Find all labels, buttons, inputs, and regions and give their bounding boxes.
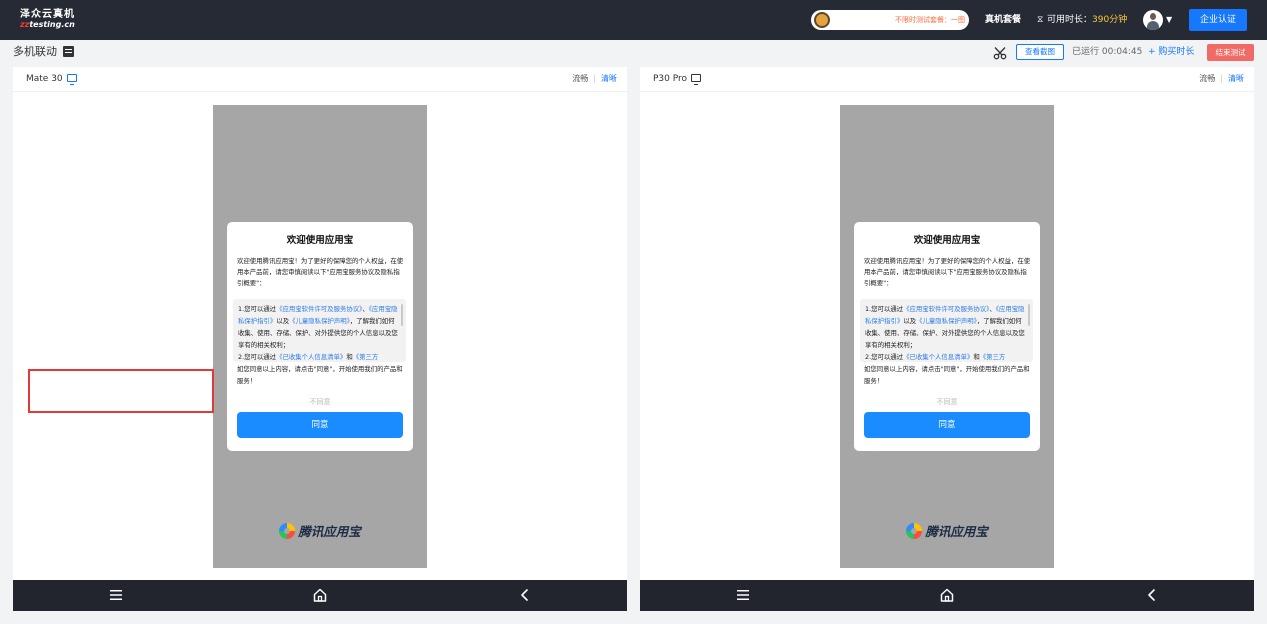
available-time: 可用时长：390分钟 [1047,15,1128,25]
buy-time-link[interactable]: + 购买时长 [1148,46,1194,58]
terms-scrollbar[interactable] [1028,304,1030,326]
quality-smooth-option[interactable]: 流畅 [1199,74,1215,83]
quality-hd-option[interactable]: 清晰 [601,74,617,83]
view-screenshot-button[interactable]: 查看截图 [1016,44,1064,60]
license-agreement-link[interactable]: 《应用宝软件许可及服务协议》 [903,305,989,313]
menu-icon[interactable] [108,587,124,603]
app-brand: 腾讯应用宝 [840,522,1054,542]
device-nav-bar [13,580,627,611]
disagree-button[interactable]: 不同意 [227,396,413,408]
logo-title: 泽众云真机 [20,9,75,20]
end-test-button[interactable]: 结束测试 [1207,44,1254,61]
caret-down-icon[interactable]: ▼ [1166,14,1172,26]
app-brand: 腾讯应用宝 [213,522,427,542]
dialog-title: 欢迎使用应用宝 [286,235,354,246]
terms-scrollbar[interactable] [401,304,403,326]
disagree-button[interactable]: 不同意 [854,396,1040,408]
device-panel-header: P30 Pro 流畅 | 清晰 [640,67,1254,92]
package-link[interactable]: 真机套餐 [985,13,1021,27]
page-title: 多机联动 [13,45,57,58]
device-panel-p30pro: P30 Pro 流畅 | 清晰 欢迎使用应用宝 欢迎使用腾讯应用宝！为了更好的保障您… [640,67,1254,611]
enterprise-auth-button[interactable]: 企业认证 [1189,9,1247,31]
agree-button[interactable]: 同意 [864,412,1030,438]
collapse-icon[interactable] [63,46,74,57]
agree-button[interactable]: 同意 [237,412,403,438]
notice-avatar-icon [814,12,830,28]
third-party-link[interactable]: 《第三方 [980,353,1006,361]
dialog-terms-box[interactable]: 1.您可以通过《应用宝软件许可及服务协议》、《应用宝隐私保护指引》以及《儿童隐私… [860,299,1033,362]
user-avatar[interactable] [1143,10,1163,30]
collected-info-link[interactable]: 《已收集个人信息清单》 [276,353,346,361]
notice-banner[interactable]: 不限时测试套餐：一图 [811,10,969,30]
quality-hd-option[interactable]: 清晰 [1228,74,1244,83]
device-screen[interactable]: 欢迎使用应用宝 欢迎使用腾讯应用宝！为了更好的保障您的个人权益，在使用本产品前，… [213,105,427,568]
back-icon[interactable] [1144,587,1160,603]
dialog-agree-text: 如您同意以上内容，请点击"同意"，开始使用我们的产品和服务！ [237,365,403,385]
sub-header: 多机联动 查看截图 已运行 00:04:45 + 购买时长 结束测试 [0,40,1267,66]
top-navbar: 泽众云真机 zztesting.cn 不限时测试套餐：一图 真机套餐 ⧖ 可用时… [0,0,1267,40]
tencent-appstore-icon [279,523,296,539]
device-screen[interactable]: 欢迎使用应用宝 欢迎使用腾讯应用宝！为了更好的保障您的个人权益，在使用本产品前，… [840,105,1054,568]
quality-switch: 流畅 | 清晰 [1199,74,1244,83]
runtime-display: 已运行 00:04:45 [1072,47,1143,57]
device-name: P30 Pro [653,73,702,85]
menu-icon[interactable] [735,587,751,603]
quality-switch: 流畅 | 清晰 [572,74,617,83]
collected-info-link[interactable]: 《已收集个人信息清单》 [903,353,973,361]
available-time-value: 390分钟 [1092,15,1128,25]
monitor-icon[interactable] [66,74,77,85]
dialog-terms-text: 1.您可以通过《应用宝软件许可及服务协议》、《应用宝隐私保护指引》以及《儿童隐私… [865,305,1025,361]
monitor-icon[interactable] [691,74,702,85]
child-privacy-link[interactable]: 《儿童隐私保护声明》 [289,317,350,325]
dialog-intro: 欢迎使用腾讯应用宝！为了更好的保障您的个人权益，在使用本产品前，请您审慎阅读以下… [864,257,1031,287]
privacy-dialog: 欢迎使用应用宝 欢迎使用腾讯应用宝！为了更好的保障您的个人权益，在使用本产品前，… [227,222,413,451]
hourglass-icon: ⧖ [1037,15,1044,25]
quality-smooth-option[interactable]: 流畅 [572,74,588,83]
tencent-appstore-icon [906,523,923,539]
logo-domain: zztesting.cn [20,20,75,29]
home-icon[interactable] [312,587,328,603]
app-logo[interactable]: 泽众云真机 zztesting.cn [20,9,75,30]
home-icon[interactable] [939,587,955,603]
runtime-value: 00:04:45 [1101,47,1143,57]
dialog-title: 欢迎使用应用宝 [913,235,981,246]
third-party-link[interactable]: 《第三方 [353,353,379,361]
highlight-box [28,369,214,413]
license-agreement-link[interactable]: 《应用宝软件许可及服务协议》 [276,305,362,313]
dialog-intro: 欢迎使用腾讯应用宝！为了更好的保障您的个人权益，在使用本产品前，请您审慎阅读以下… [237,257,404,287]
dialog-agree-text: 如您同意以上内容，请点击"同意"，开始使用我们的产品和服务！ [864,365,1030,385]
device-name: Mate 30 [26,73,77,85]
device-panel-header: Mate 30 流畅 | 清晰 [13,67,627,92]
child-privacy-link[interactable]: 《儿童隐私保护声明》 [916,317,977,325]
scissors-icon[interactable] [993,45,1007,60]
back-icon[interactable] [517,587,533,603]
device-panel-mate30: Mate 30 流畅 | 清晰 欢迎使用应用宝 欢迎使用腾讯应用宝！为了更好的保障您… [13,67,627,611]
dialog-terms-box[interactable]: 1.您可以通过《应用宝软件许可及服务协议》、《应用宝隐私保护指引》以及《儿童隐私… [233,299,406,362]
privacy-dialog: 欢迎使用应用宝 欢迎使用腾讯应用宝！为了更好的保障您的个人权益，在使用本产品前，… [854,222,1040,451]
dialog-terms-text: 1.您可以通过《应用宝软件许可及服务协议》、《应用宝隐私保护指引》以及《儿童隐私… [238,305,398,361]
device-nav-bar [640,580,1254,611]
notice-text: 不限时测试套餐：一图 [895,16,965,24]
